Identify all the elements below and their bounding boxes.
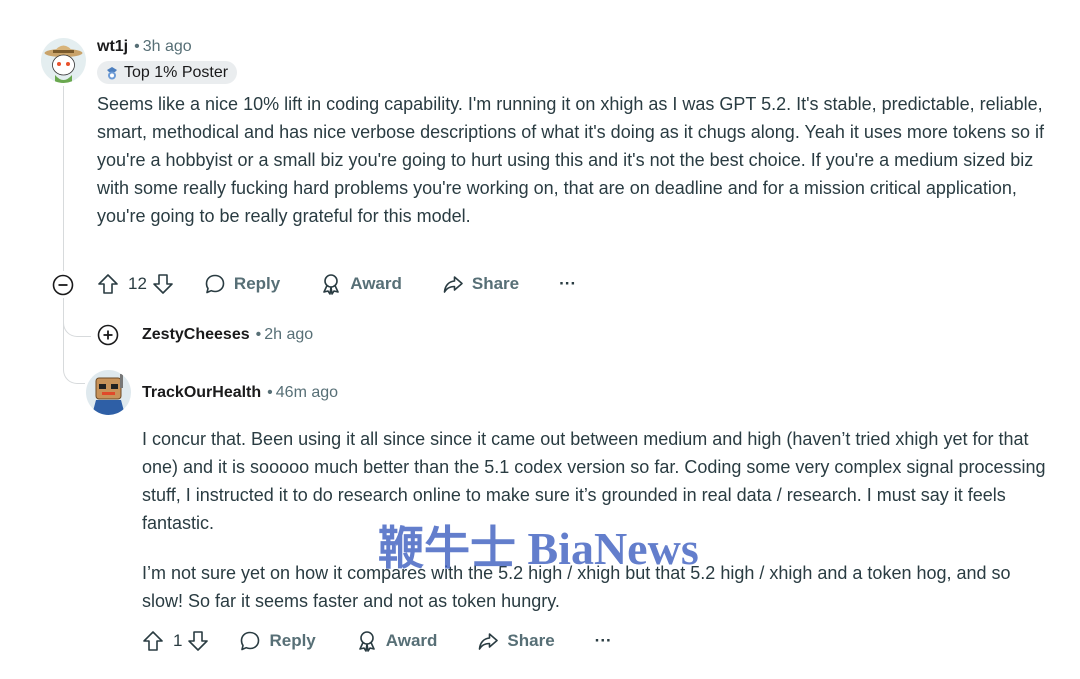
upvote-button[interactable]	[142, 630, 164, 652]
comment-body: Seems like a nice 10% lift in coding cap…	[97, 94, 1044, 226]
award-button[interactable]: Award	[320, 273, 402, 295]
thread-elbow-track	[63, 298, 85, 384]
thread-line-main	[63, 86, 64, 271]
comment-time: 3h ago	[142, 38, 192, 55]
downvote-button[interactable]	[187, 630, 209, 652]
flair-badge-icon	[104, 65, 120, 81]
collapse-thread-button[interactable]	[52, 274, 74, 296]
comment-actions: 1 Reply Award Share ···	[142, 630, 612, 652]
comment-meta: • 3h ago	[134, 38, 192, 55]
expand-thread-button[interactable]	[97, 324, 119, 346]
speech-bubble-icon	[205, 274, 225, 294]
downvote-arrow-icon	[153, 274, 173, 294]
watermark: 鞭牛士 BiaNews	[378, 523, 699, 574]
comment-meta: • 2h ago	[255, 326, 314, 343]
award-ribbon-icon	[358, 631, 375, 652]
reply-label: Reply	[233, 274, 281, 293]
downvote-arrow-icon	[188, 631, 209, 651]
share-arrow-icon	[479, 633, 499, 650]
reply-label: Reply	[269, 631, 316, 650]
comment-header-trackourhealth: TrackOurHealth • 46m ago	[142, 384, 338, 402]
reply-button[interactable]: Reply	[204, 273, 280, 295]
more-options-button[interactable]: ···	[559, 274, 576, 294]
comment-actions: 12 Reply Award Share ···	[97, 273, 576, 295]
share-button[interactable]: Share	[442, 273, 519, 295]
comment-header-wt1j: wt1j • 3h ago	[97, 38, 192, 56]
share-label: Share	[471, 274, 520, 293]
user-flair: Top 1% Poster	[97, 61, 238, 84]
flair-label: Top 1% Poster	[124, 63, 229, 81]
upvote-button[interactable]	[97, 273, 119, 295]
reply-button[interactable]: Reply	[239, 630, 316, 652]
comment-meta: • 46m ago	[267, 384, 339, 401]
minus-circle-icon	[52, 274, 74, 296]
comment-time: 46m ago	[275, 384, 339, 401]
author-name[interactable]: TrackOurHealth	[142, 384, 261, 402]
comment-header-zestycheeses: ZestyCheeses • 2h ago	[142, 326, 313, 344]
vote-score: 1	[173, 631, 183, 650]
upvote-arrow-icon	[143, 631, 163, 651]
award-label: Award	[350, 274, 402, 293]
author-name[interactable]: ZestyCheeses	[142, 326, 250, 344]
more-options-button[interactable]: ···	[595, 631, 612, 651]
award-ribbon-icon	[323, 274, 340, 295]
author-name[interactable]: wt1j	[97, 38, 128, 56]
avatar-trackourhealth[interactable]	[86, 370, 131, 415]
plus-circle-icon	[97, 324, 119, 346]
vote-score: 12	[128, 274, 147, 293]
avatar-wt1j[interactable]	[41, 38, 86, 83]
upvote-arrow-icon	[98, 274, 118, 294]
share-label: Share	[507, 631, 555, 650]
award-label: Award	[385, 631, 438, 650]
award-button[interactable]: Award	[356, 630, 438, 652]
share-arrow-icon	[443, 276, 463, 293]
speech-bubble-icon	[241, 631, 260, 651]
share-button[interactable]: Share	[477, 630, 555, 652]
comment-time: 2h ago	[264, 326, 314, 343]
downvote-button[interactable]	[152, 273, 174, 295]
